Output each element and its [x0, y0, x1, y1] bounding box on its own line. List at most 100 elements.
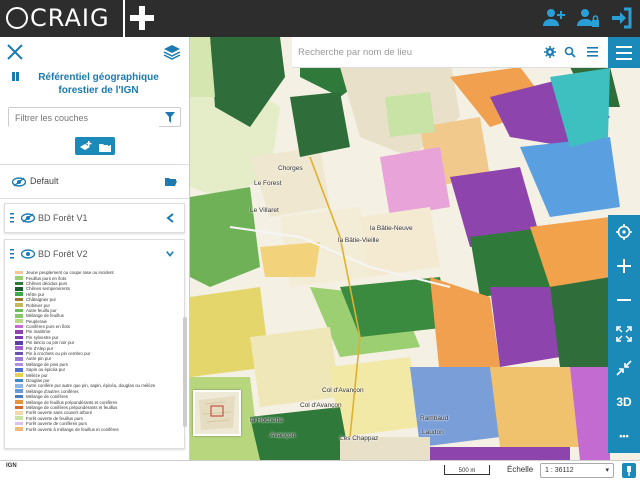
- legend-swatch: [15, 303, 23, 307]
- legend-swatch: [15, 427, 23, 431]
- legend-label: Sapin ou épicéa pur: [26, 367, 66, 373]
- locate-button[interactable]: [608, 215, 640, 249]
- map-label: Les Chappaz: [340, 435, 379, 442]
- add-layer-buttons: [74, 137, 115, 155]
- hamburger-icon: [616, 46, 632, 60]
- legend-label: Hêtre pur: [26, 291, 45, 297]
- map-label: la Bâtie-Vieille: [338, 237, 380, 244]
- scale-value: 1 : 36112: [545, 467, 574, 474]
- status-bar: IGN 500 m Échelle 1 : 36112 ▾: [0, 460, 640, 480]
- funnel-icon[interactable]: [165, 112, 175, 123]
- legend-label: Mélange de pins purs: [26, 361, 68, 367]
- legend-label: Forêt ouverte sans couvert arboré: [26, 410, 93, 416]
- map-label: Le Forest: [254, 180, 282, 187]
- search-placeholder[interactable]: Recherche par nom de lieu: [298, 47, 412, 58]
- legend-swatch: [15, 400, 23, 404]
- legend-swatch: [15, 330, 23, 334]
- filter-input[interactable]: [9, 108, 159, 128]
- login-icon[interactable]: [610, 6, 634, 30]
- overview-map[interactable]: [193, 390, 241, 436]
- chevron-down-icon[interactable]: [166, 249, 174, 259]
- layers-icon[interactable]: [163, 43, 181, 61]
- legend-item: Forêt ouverte à mélange de feuillus et c…: [15, 426, 180, 432]
- map-label: Le Villaret: [250, 207, 279, 214]
- eye-icon[interactable]: [21, 249, 35, 259]
- drag-handle-icon[interactable]: [10, 249, 14, 259]
- drag-handle-icon[interactable]: [10, 213, 14, 223]
- legend-swatch: [15, 357, 23, 361]
- add-layer-icon[interactable]: [78, 140, 92, 152]
- search-icon[interactable]: [564, 46, 576, 58]
- hamburger-icon[interactable]: [587, 47, 598, 57]
- legend-swatch: [15, 308, 23, 313]
- legend-label: Pin d'Alep pur: [26, 345, 54, 351]
- logo-text: CRAIG: [30, 4, 110, 32]
- ign-logo: IGN: [6, 463, 17, 469]
- scale-select[interactable]: 1 : 36112 ▾: [540, 463, 614, 478]
- scale-bar: 500 m: [444, 465, 490, 475]
- layer-bd-foret-v2[interactable]: BD Forêt V2 Jeune peuplement ou coupe ra…: [4, 239, 185, 449]
- place-search[interactable]: Recherche par nom de lieu: [292, 37, 610, 68]
- legend-swatch: [15, 346, 23, 350]
- fullscreen-button[interactable]: [608, 317, 640, 351]
- menu-button[interactable]: [608, 37, 640, 68]
- more-label: •••: [619, 431, 629, 441]
- layer-bd-foret-v1[interactable]: BD Forêt V1: [4, 203, 185, 233]
- folder-open-icon[interactable]: [165, 177, 177, 187]
- legend-swatch: [15, 384, 23, 388]
- legend-swatch: [15, 270, 23, 275]
- user-lock-icon[interactable]: [576, 6, 600, 30]
- legend-label: Châtaignier pur: [26, 297, 57, 303]
- legend-swatch: [15, 394, 23, 399]
- map-label: Col d'Avançon: [300, 402, 342, 409]
- panel-title: Référentiel géographique forestier de l'…: [0, 69, 189, 97]
- eye-slash-icon[interactable]: [21, 213, 35, 223]
- top-bar: CRAIG: [0, 0, 640, 37]
- globe-icon: [6, 7, 28, 29]
- legend-item: Autre conifère pur autre que pin, sapin,…: [15, 383, 180, 388]
- chevron-left-icon[interactable]: [166, 213, 174, 223]
- zoom-out-button[interactable]: [608, 283, 640, 317]
- zoom-in-button[interactable]: [608, 249, 640, 283]
- legend-label: Robinier pur: [26, 302, 50, 308]
- more-tools-button[interactable]: •••: [608, 419, 640, 453]
- legend-label: Douglas pur: [26, 378, 50, 383]
- forest-map[interactable]: [190, 37, 640, 460]
- filter-field[interactable]: [8, 107, 181, 128]
- legend-label: Autre conifère pur autre que pin, sapin,…: [26, 383, 156, 389]
- legend-label: Autre feuillu pur: [26, 307, 57, 313]
- plus-icon[interactable]: [128, 4, 156, 32]
- add-folder-icon[interactable]: [98, 140, 112, 152]
- legend-swatch: [15, 292, 23, 297]
- close-icon[interactable]: [6, 43, 24, 61]
- legend-label: Pin laricio ou pin noir pur: [26, 340, 75, 346]
- legend-label: Jeune peuplement ou coupe rase ou incide…: [26, 270, 114, 276]
- pin-button[interactable]: [622, 463, 636, 478]
- map-label: Rambaud: [420, 415, 449, 422]
- gear-icon[interactable]: [544, 46, 556, 58]
- legend-swatch: [15, 335, 23, 340]
- 3d-button[interactable]: 3D: [608, 385, 640, 419]
- map-tools: 3D •••: [608, 215, 640, 453]
- zoom-extent-button[interactable]: [608, 351, 640, 385]
- add-user-icon[interactable]: [542, 6, 566, 30]
- eye-slash-icon[interactable]: [12, 177, 26, 187]
- scrollbar[interactable]: [183, 317, 187, 427]
- legend-label: Chênes sempervirents: [26, 286, 70, 292]
- legend-swatch: [15, 405, 23, 410]
- legend-swatch: [15, 351, 23, 356]
- map-label: la Bâtie-Neuve: [370, 225, 413, 232]
- legend-label: Mélange de feuillus: [26, 313, 64, 319]
- layer-label: BD Forêt V2: [38, 249, 88, 259]
- legend-swatch: [15, 281, 23, 286]
- legend-label: Forêt ouverte de feuillus purs: [26, 415, 83, 421]
- legend-swatch: [15, 416, 23, 421]
- overview-map-image: [195, 392, 239, 434]
- craig-logo[interactable]: CRAIG: [6, 4, 110, 32]
- pin-icon: [627, 466, 631, 476]
- map-view[interactable]: Chorges Le Forest la Bâtie-Vieille la Bâ…: [190, 37, 640, 460]
- layer-group-default[interactable]: Default: [0, 165, 189, 199]
- map-label: Col d'Avançon: [322, 387, 364, 394]
- book-icon: [12, 72, 19, 81]
- legend-swatch: [15, 324, 23, 329]
